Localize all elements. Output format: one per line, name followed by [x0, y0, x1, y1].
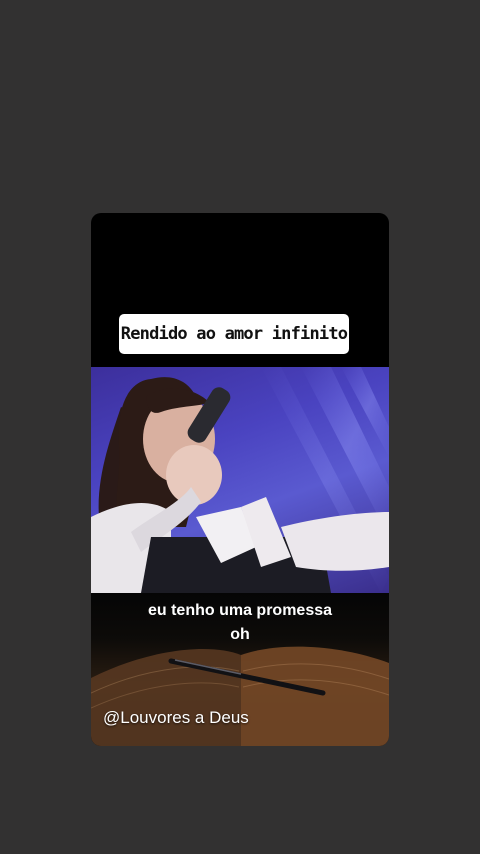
singer-video-frame	[91, 367, 389, 593]
lyrics-caption: eu tenho uma promessa oh	[91, 599, 389, 647]
lyrics-line-2: oh	[230, 626, 250, 643]
channel-watermark: @Louvores a Deus	[103, 708, 249, 727]
singer-image	[91, 367, 389, 593]
lyrics-line-1: eu tenho uma promessa	[147, 602, 333, 619]
title-sticker-text: Rendido ao amor infinito	[120, 324, 348, 344]
story-viewer: Rendido ao amor infinito eu tenho uma pr…	[0, 0, 480, 854]
title-sticker: Rendido ao amor infinito	[119, 314, 349, 354]
story-card[interactable]: Rendido ao amor infinito eu tenho uma pr…	[91, 213, 389, 746]
